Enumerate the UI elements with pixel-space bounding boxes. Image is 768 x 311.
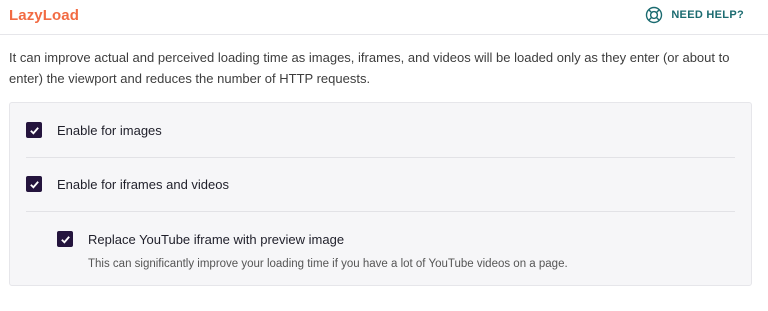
lifebuoy-icon: [645, 6, 663, 24]
iframes-videos-checkbox[interactable]: [26, 176, 42, 192]
option-label: Enable for images: [57, 122, 162, 138]
option-label: Enable for iframes and videos: [57, 176, 229, 192]
option-divider: [26, 157, 735, 158]
check-icon: [29, 180, 39, 189]
need-help-label: NEED HELP?: [671, 9, 744, 21]
images-checkbox[interactable]: [26, 122, 42, 138]
check-icon: [29, 126, 39, 135]
section-header: LazyLoad NEED HELP?: [0, 0, 768, 34]
option-divider: [26, 211, 735, 212]
check-icon: [60, 235, 70, 244]
header-divider: [0, 34, 768, 35]
options-panel: Enable for images Enable for iframes and…: [9, 102, 752, 286]
section-description: It can improve actual and perceived load…: [9, 50, 730, 86]
section-title: LazyLoad: [9, 7, 79, 24]
option-label: Replace YouTube iframe with preview imag…: [88, 231, 345, 247]
option-images-row[interactable]: Enable for images: [26, 122, 162, 138]
option-iframes-row[interactable]: Enable for iframes and videos: [26, 176, 229, 192]
youtube-preview-checkbox[interactable]: [57, 231, 73, 247]
option-description: This can significantly improve your load…: [88, 258, 568, 270]
need-help-link[interactable]: NEED HELP?: [645, 6, 744, 24]
option-youtube-row[interactable]: Replace YouTube iframe with preview imag…: [57, 231, 344, 247]
